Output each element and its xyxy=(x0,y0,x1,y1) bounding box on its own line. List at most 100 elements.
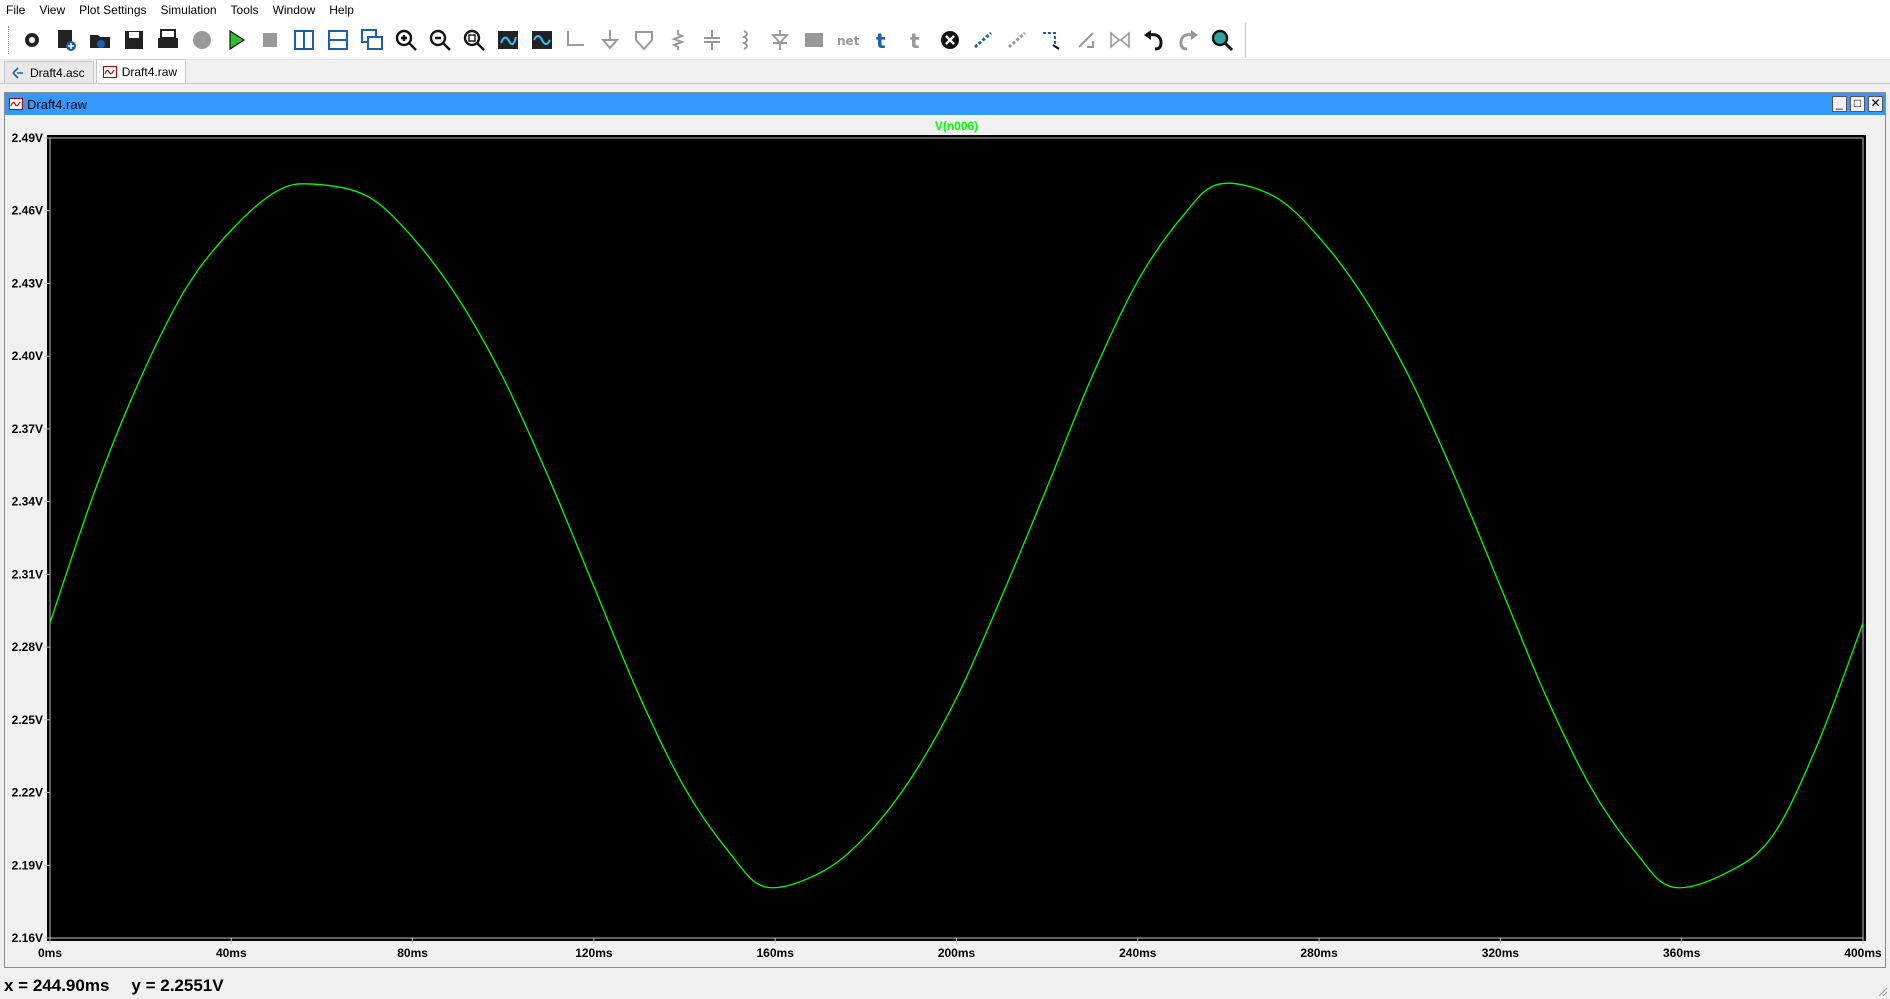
wire-icon xyxy=(567,30,584,46)
plot-background xyxy=(5,115,1885,967)
new-schematic-icon xyxy=(58,29,76,51)
halt-button[interactable] xyxy=(187,24,217,56)
zoom-in-button[interactable] xyxy=(391,24,421,56)
minimize-button[interactable]: _ xyxy=(1832,96,1847,112)
y-axis-margin xyxy=(5,115,47,967)
move-button[interactable] xyxy=(1003,24,1033,56)
tile-vertical-button[interactable] xyxy=(289,24,319,56)
tab-draft4-asc[interactable]: Draft4.asc xyxy=(4,61,94,83)
rotate-icon xyxy=(1078,31,1094,48)
cursor-x-readout: x = 244.90ms xyxy=(4,975,110,995)
waveform-icon xyxy=(102,65,117,78)
toolbar-separator xyxy=(1245,22,1246,57)
y-tick-label: 2.25V xyxy=(12,713,43,727)
x-tick-label: 320ms xyxy=(1482,946,1520,960)
text-button[interactable]: t xyxy=(867,24,897,56)
capacitor-button[interactable] xyxy=(697,24,727,56)
x-tick-label: 120ms xyxy=(575,946,613,960)
menu-window[interactable]: Window xyxy=(273,3,316,17)
y-tick-label: 2.31V xyxy=(12,567,43,581)
spice-directive-icon: t xyxy=(910,29,920,53)
run-icon xyxy=(229,29,246,50)
mirror-button[interactable] xyxy=(1105,24,1135,56)
plot-area[interactable]: 2.49V 2.46V 2.43V 2.40V 2.37V 2.34V 2.31V 2.28V… xyxy=(5,115,1885,967)
cascade-button[interactable] xyxy=(357,24,387,56)
right-margin xyxy=(1866,115,1885,967)
trace-label: V(n006) xyxy=(935,119,978,133)
tile-horizontal-button[interactable] xyxy=(323,24,353,56)
menu-file[interactable]: File xyxy=(6,3,25,17)
x-tick-label: 280ms xyxy=(1300,946,1338,960)
tab-draft4-raw[interactable]: Draft4.raw xyxy=(95,59,187,83)
spice-directive-button[interactable]: t xyxy=(901,24,931,56)
drag-button[interactable] xyxy=(1037,24,1067,56)
toolbar-buttons: net t t xyxy=(17,24,1241,56)
x-tick-label: 240ms xyxy=(1119,946,1157,960)
control-panel-button[interactable] xyxy=(17,24,47,56)
schematic-icon xyxy=(12,66,23,79)
x-tick-label: 0ms xyxy=(38,946,62,960)
menu-view[interactable]: View xyxy=(39,3,65,17)
undo-icon xyxy=(1144,29,1163,50)
plot-window-titlebar[interactable]: Draft4.raw _ □ ✕ xyxy=(5,93,1885,115)
y-tick-label: 2.16V xyxy=(12,931,43,945)
component-button[interactable] xyxy=(799,24,829,56)
x-tick-label: 160ms xyxy=(757,946,795,960)
y-tick-label: 2.34V xyxy=(12,495,43,509)
wire-button[interactable] xyxy=(561,24,591,56)
zoom-fit-button[interactable] xyxy=(459,24,489,56)
new-schematic-button[interactable] xyxy=(51,24,81,56)
zoom-in-icon xyxy=(395,29,417,51)
tab-label: Draft4.raw xyxy=(121,64,178,79)
y-tick-label: 2.49V xyxy=(12,131,43,145)
waveform-button[interactable] xyxy=(527,24,557,56)
find-button[interactable] xyxy=(1207,24,1237,56)
cascade-icon xyxy=(361,28,383,50)
y-tick-label: 2.37V xyxy=(12,422,43,436)
resize-grip-icon[interactable] xyxy=(1876,985,1888,997)
label-net-icon xyxy=(635,30,653,51)
svg-text:t: t xyxy=(876,29,886,53)
menu-help[interactable]: Help xyxy=(329,3,354,17)
net-label-button[interactable]: net xyxy=(833,24,863,56)
inductor-icon xyxy=(741,29,748,50)
open-button[interactable] xyxy=(85,24,115,56)
redo-icon xyxy=(1179,29,1198,50)
rotate-button[interactable] xyxy=(1071,24,1101,56)
find-icon xyxy=(1211,29,1234,51)
svg-text:t: t xyxy=(910,29,920,53)
zoom-out-button[interactable] xyxy=(425,24,455,56)
net-label-icon: net xyxy=(837,34,860,48)
delete-button[interactable] xyxy=(935,24,965,56)
capacitor-icon xyxy=(704,29,720,50)
mirror-icon xyxy=(1110,30,1130,49)
print-button[interactable] xyxy=(153,24,183,56)
zoom-out-icon xyxy=(429,29,451,51)
waveform-chart[interactable]: 2.49V 2.46V 2.43V 2.40V 2.37V 2.34V 2.31V 2.28V… xyxy=(5,115,1885,967)
diode-button[interactable] xyxy=(765,24,795,56)
menu-tools[interactable]: Tools xyxy=(231,3,259,17)
run-button[interactable] xyxy=(221,24,251,56)
toolbar-grip[interactable] xyxy=(8,25,11,54)
menu-bar: File View Plot Settings Simulation Tools… xyxy=(0,0,1890,20)
menu-simulation[interactable]: Simulation xyxy=(161,3,217,17)
ground-button[interactable] xyxy=(595,24,625,56)
stop-button[interactable] xyxy=(255,24,285,56)
tile-horizontal-icon xyxy=(328,29,348,50)
undo-button[interactable] xyxy=(1139,24,1169,56)
menu-plot-settings[interactable]: Plot Settings xyxy=(79,3,146,17)
resistor-button[interactable] xyxy=(663,24,693,56)
label-net-button[interactable] xyxy=(629,24,659,56)
y-tick-label: 2.46V xyxy=(12,204,43,218)
waveform-icon xyxy=(532,30,552,49)
maximize-button[interactable]: □ xyxy=(1850,96,1865,112)
autorange-button[interactable] xyxy=(493,24,523,56)
y-tick-label: 2.28V xyxy=(12,640,43,654)
duplicate-button[interactable] xyxy=(969,24,999,56)
redo-button[interactable] xyxy=(1173,24,1203,56)
close-button[interactable]: ✕ xyxy=(1868,96,1883,112)
save-button[interactable] xyxy=(119,24,149,56)
diode-icon xyxy=(770,29,790,50)
inductor-button[interactable] xyxy=(731,24,761,56)
delete-icon xyxy=(941,30,959,49)
